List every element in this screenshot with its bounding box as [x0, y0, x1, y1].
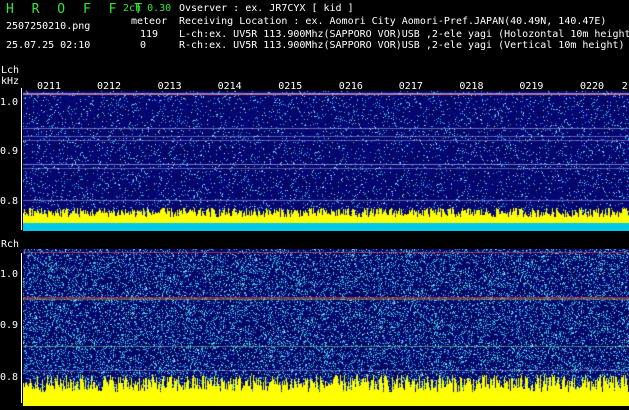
lch-spectrogram: 0211 0212 0213 0214 0215 0216 0217 0218 …	[23, 78, 629, 231]
time-tick-0213: 0213	[157, 81, 182, 92]
time-tick-0215: 0215	[278, 81, 303, 92]
location-line: Receiving Location : ex. Aomori City Aom…	[179, 16, 607, 27]
rch-axis-line	[21, 253, 22, 403]
rch-label: Rch	[1, 239, 20, 250]
time-tick-0217: 0217	[398, 81, 423, 92]
lch-ytick-1: 1.0	[0, 97, 19, 108]
lch-count: 119	[140, 29, 159, 40]
lch-unit-label: kHz	[1, 76, 20, 87]
lch-ytick-2: 0.9	[0, 146, 19, 157]
time-tick-0219: 0219	[519, 81, 544, 92]
time-tick-0214: 0214	[217, 81, 242, 92]
lch-axis-line	[21, 88, 22, 230]
mode-label: 2ch 0.30	[123, 3, 172, 14]
rch-spectrogram	[23, 249, 629, 406]
category-label: meteor	[131, 16, 168, 27]
time-tick-0220: 0220	[579, 81, 605, 92]
rch-spectrogram-canvas	[23, 249, 629, 406]
rch-ytick-2: 0.9	[0, 320, 19, 331]
time-tick-0216: 0216	[338, 81, 363, 92]
observer-line: Ovserver : ex. JR7CYX [ kid ]	[179, 3, 354, 14]
datetime-label: 25.07.25 02:10	[6, 40, 91, 51]
time-tick-0211: 0211	[37, 81, 62, 92]
lch-ytick-3: 0.8	[0, 196, 19, 207]
lch-label: Lch	[1, 65, 20, 76]
rch-ytick-3: 0.8	[0, 372, 19, 383]
rch-description: R-ch:ex. UV5R 113.900Mhz(SAPPORO VOR)USB…	[179, 40, 625, 51]
time-tick-trailing: 2	[621, 81, 628, 92]
time-tick-0212: 0212	[97, 81, 122, 92]
rch-ytick-1: 1.0	[0, 269, 19, 280]
lch-spectrogram-canvas	[23, 78, 629, 231]
time-tick-0218: 0218	[459, 81, 484, 92]
filename-label: 2507250210.png	[6, 21, 91, 32]
rch-count: 0	[140, 40, 147, 51]
lch-description: L-ch:ex. UV5R 113.900Mhz(SAPPORO VOR)USB…	[179, 29, 629, 40]
